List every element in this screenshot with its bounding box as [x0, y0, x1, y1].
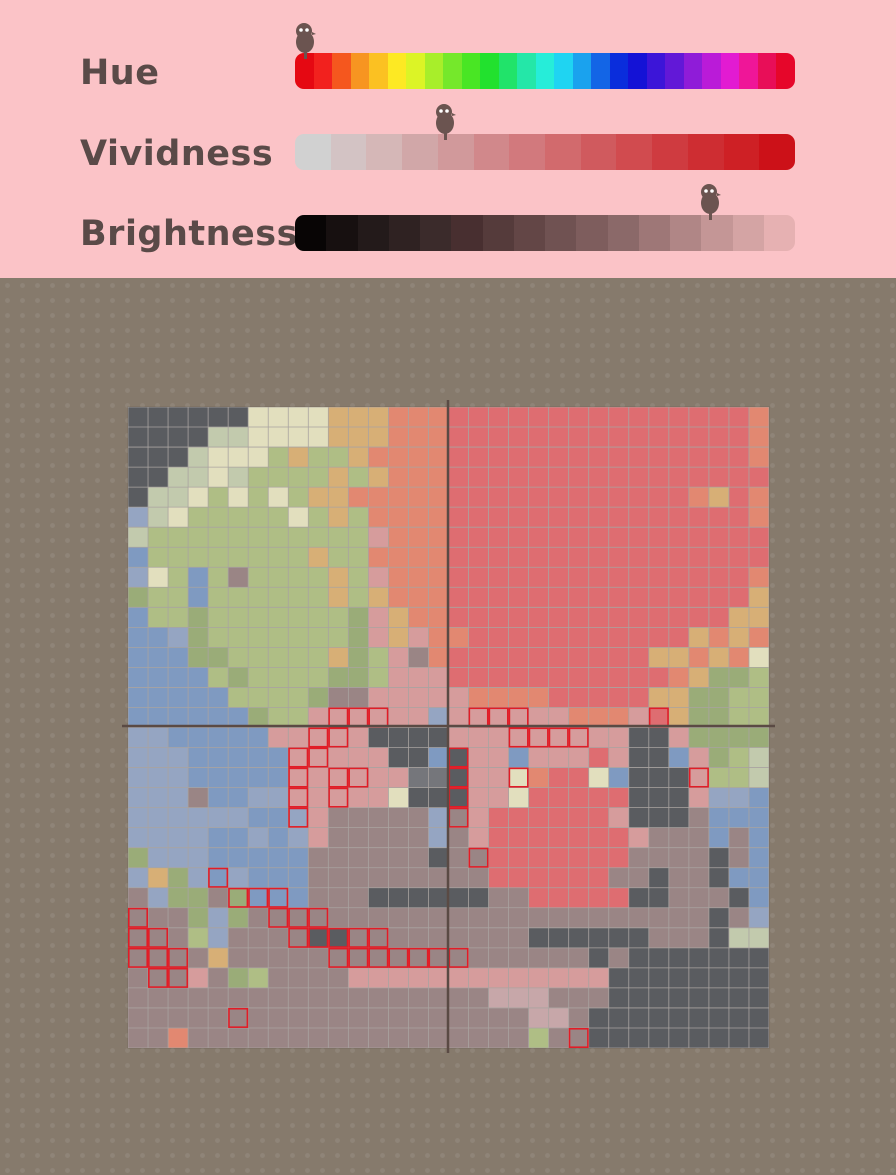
- axis-overlay: [122, 400, 775, 1053]
